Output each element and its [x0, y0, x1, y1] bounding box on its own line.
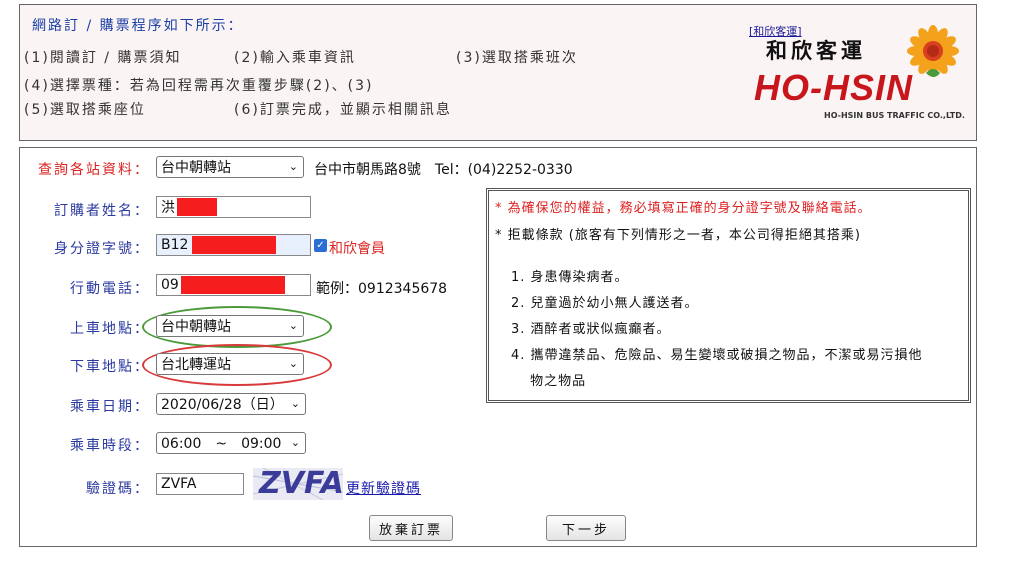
- logo-name-cn: 和欣客運: [766, 39, 866, 63]
- time-label: 乘車時段：: [70, 438, 150, 454]
- alight-select-value: 台北轉運站: [161, 357, 231, 373]
- redaction-block: [192, 236, 277, 254]
- captcha-label: 驗證碼：: [86, 481, 150, 497]
- step-4: (4)選擇票種：若為回程需再次重覆步驟(2)、(3): [24, 78, 374, 94]
- captcha-input[interactable]: ZVFA: [156, 473, 244, 495]
- steps-title: 網路訂 / 購票程序如下所示：: [32, 18, 244, 34]
- captcha-image-text: ZVFA: [259, 468, 343, 500]
- list-item: 物之物品: [511, 374, 587, 389]
- company-logo: [和欣客運] 和欣客運 HO-HSIN HO-HSIN BUS TRAFFIC …: [732, 19, 972, 129]
- steps-panel: 網路訂 / 購票程序如下所示： (1)閱讀訂 / 購票須知 (2)輸入乘車資訊 …: [19, 4, 977, 141]
- id-label: 身分證字號：: [54, 241, 150, 257]
- logo-subtitle: HO-HSIN BUS TRAFFIC CO.,LTD.: [824, 111, 965, 120]
- phone-input-value: 09: [161, 277, 179, 293]
- station-select-value: 台中朝轉站: [161, 160, 231, 176]
- chevron-down-icon: ⌄: [290, 436, 300, 449]
- member-label: 和欣會員: [329, 241, 385, 257]
- station-label: 查詢各站資料：: [38, 162, 150, 178]
- step-1: (1)閱讀訂 / 購票須知: [24, 50, 182, 66]
- list-item: 3. 酒醉者或狀似瘋癲者。: [511, 322, 671, 337]
- phone-input[interactable]: 09: [156, 274, 311, 296]
- station-info: 台中市朝馬路8號 Tel：(04)2252-0330: [314, 162, 573, 178]
- rule-note-refusal: * 拒載條款 (旅客有下列情形之一者，本公司得拒絕其搭乘): [495, 228, 861, 243]
- date-label: 乘車日期：: [70, 399, 150, 415]
- name-label: 訂購者姓名：: [54, 203, 150, 219]
- step-2: (2)輸入乘車資訊: [234, 50, 356, 66]
- step-3: (3)選取搭乘班次: [456, 50, 578, 66]
- name-input-value: 洪: [161, 200, 175, 216]
- date-select[interactable]: 2020/06/28（日） ⌄: [156, 393, 306, 415]
- sunflower-icon: [907, 25, 959, 77]
- next-step-button[interactable]: 下一步: [546, 515, 626, 541]
- refusal-list: 1. 身患傳染病者。 2. 兒童過於幼小無人護送者。 3. 酒醉者或狀似瘋癲者。…: [511, 265, 923, 395]
- captcha-image: ZVFA: [253, 468, 343, 500]
- time-select-value: 06:00 ~ 09:00: [161, 436, 282, 452]
- alight-label: 下車地點：: [70, 359, 150, 375]
- member-checkbox[interactable]: ✓: [314, 239, 327, 252]
- time-select[interactable]: 06:00 ~ 09:00 ⌄: [156, 432, 306, 454]
- captcha-input-value: ZVFA: [161, 476, 197, 492]
- step-6: (6)訂票完成，並顯示相關訊息: [234, 102, 452, 118]
- chevron-down-icon: ⌄: [288, 357, 298, 370]
- redaction-block: [180, 276, 285, 294]
- list-item: 1. 身患傳染病者。: [511, 270, 629, 285]
- chevron-down-icon: ⌄: [288, 319, 298, 332]
- phone-label: 行動電話：: [70, 281, 150, 297]
- list-item: 2. 兒童過於幼小無人護送者。: [511, 296, 699, 311]
- board-select[interactable]: 台中朝轉站 ⌄: [156, 315, 304, 337]
- id-input-value: B12: [161, 237, 189, 253]
- board-label: 上車地點：: [70, 321, 150, 337]
- logo-name-en: HO-HSIN: [754, 67, 913, 108]
- redaction-block: [177, 198, 217, 216]
- booking-form: 查詢各站資料： 台中朝轉站 ⌄ 台中市朝馬路8號 Tel：(04)2252-03…: [19, 147, 977, 547]
- cancel-booking-button[interactable]: 放棄訂票: [369, 515, 453, 541]
- station-select[interactable]: 台中朝轉站 ⌄: [156, 156, 304, 178]
- chevron-down-icon: ⌄: [288, 160, 298, 173]
- name-input[interactable]: 洪: [156, 196, 311, 218]
- step-5: (5)選取搭乘座位: [24, 102, 146, 118]
- chevron-down-icon: ⌄: [290, 397, 300, 410]
- refresh-captcha-link[interactable]: 更新驗證碼: [346, 478, 421, 498]
- id-input[interactable]: B12: [156, 234, 311, 256]
- date-select-value: 2020/06/28（日）: [161, 397, 284, 413]
- rule-note-red: * 為確保您的權益，務必填寫正確的身分證字號及聯絡電話。: [495, 201, 872, 216]
- alight-select[interactable]: 台北轉運站 ⌄: [156, 353, 304, 375]
- rules-panel: * 為確保您的權益，務必填寫正確的身分證字號及聯絡電話。 * 拒載條款 (旅客有…: [486, 188, 971, 403]
- phone-example: 範例：0912345678: [316, 281, 448, 297]
- list-item: 4. 攜帶違禁品、危險品、易生變壞或破損之物品，不潔或易污損他: [511, 348, 923, 363]
- board-select-value: 台中朝轉站: [161, 319, 231, 335]
